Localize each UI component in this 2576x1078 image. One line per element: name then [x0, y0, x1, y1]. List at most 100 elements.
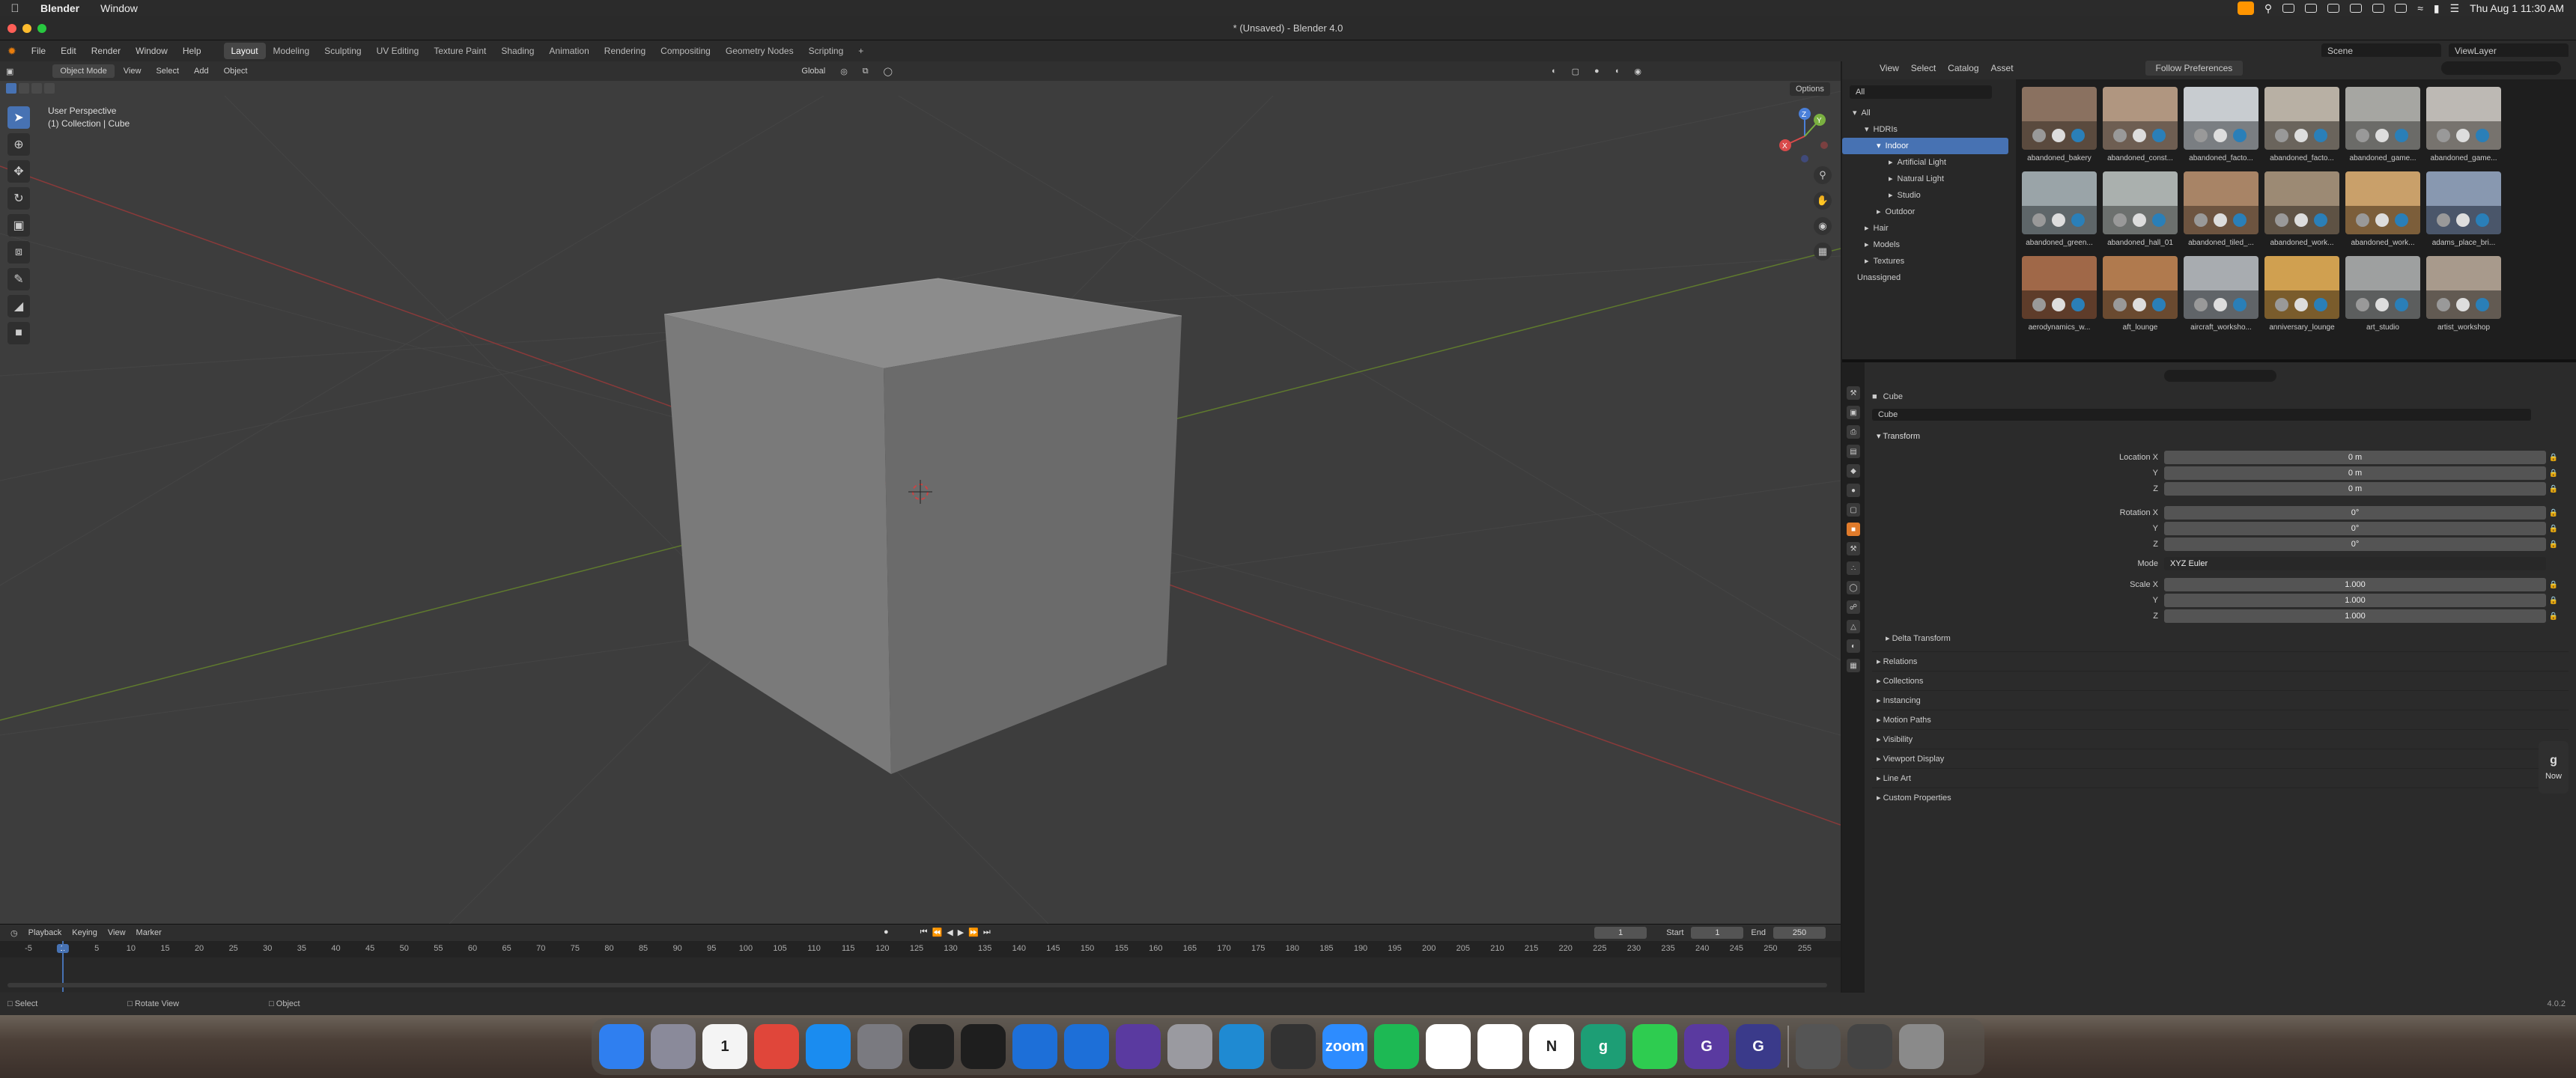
- dock-vscode-icon[interactable]: [1219, 1024, 1264, 1069]
- viewport-view-menu[interactable]: View: [118, 64, 148, 78]
- zoom-window-button[interactable]: [37, 24, 46, 33]
- tab-geometry-nodes[interactable]: Geometry Nodes: [718, 43, 801, 59]
- catalog-item[interactable]: ▸ Studio: [1842, 187, 2016, 204]
- catalog-item[interactable]: ▸ Artificial Light: [1842, 154, 2016, 171]
- expand-arrow-icon[interactable]: ▾: [1853, 109, 1857, 118]
- edit-menu[interactable]: Edit: [53, 46, 84, 56]
- editor-type-icon[interactable]: ▣: [0, 64, 19, 79]
- expand-arrow-icon[interactable]: ▸: [1889, 158, 1893, 167]
- expand-arrow-icon[interactable]: ▸: [1877, 207, 1881, 216]
- keyframe-dot-icon[interactable]: ●: [884, 928, 889, 937]
- tab-texture-paint[interactable]: Texture Paint: [426, 43, 493, 59]
- modifier-tab-icon[interactable]: ⚒: [1847, 542, 1860, 555]
- frame-ruler[interactable]: -515101520253035404550556065707580859095…: [0, 941, 1841, 957]
- tool-tab-icon[interactable]: ⚒: [1847, 386, 1860, 400]
- dock-downloads-stack-icon[interactable]: [1796, 1024, 1841, 1069]
- timeline-body[interactable]: [0, 941, 1841, 992]
- dock-notion-icon[interactable]: N: [1529, 1024, 1574, 1069]
- lock-icon[interactable]: 🔒: [2546, 485, 2561, 493]
- asset-card[interactable]: aft_lounge: [2103, 256, 2178, 332]
- tab-rendering[interactable]: Rendering: [597, 43, 653, 59]
- end-frame-field[interactable]: 250: [1773, 927, 1826, 939]
- blender-logo-icon[interactable]: ✹: [0, 45, 24, 58]
- lock-icon[interactable]: 🔒: [2546, 540, 2561, 549]
- tab-modeling[interactable]: Modeling: [266, 43, 318, 59]
- close-window-button[interactable]: [7, 24, 16, 33]
- window-menu[interactable]: Window: [90, 2, 148, 14]
- help-menu[interactable]: Help: [175, 46, 209, 56]
- orientation-select[interactable]: Global: [795, 64, 831, 78]
- tab-compositing[interactable]: Compositing: [653, 43, 718, 59]
- property-section-header[interactable]: ▸ Custom Properties: [1872, 788, 2569, 807]
- property-section-header[interactable]: ▸ Visibility: [1872, 729, 2569, 749]
- perspective-toggle-icon[interactable]: ▦: [1814, 243, 1832, 261]
- expand-arrow-icon[interactable]: ▾: [1877, 141, 1881, 150]
- dock-docs-icon[interactable]: [1012, 1024, 1057, 1069]
- rendered-shading-icon[interactable]: ◉: [1628, 64, 1647, 79]
- catalog-item[interactable]: ▾ All: [1842, 105, 2016, 121]
- cursor-tool-icon[interactable]: ⊕: [7, 133, 30, 156]
- render-tab-icon[interactable]: ▣: [1847, 406, 1860, 419]
- dock-trash-icon[interactable]: [1899, 1024, 1944, 1069]
- tab-animation[interactable]: Animation: [541, 43, 596, 59]
- asset-card[interactable]: abandoned_facto...: [2264, 87, 2339, 162]
- search-status-icon[interactable]: ⚲: [2264, 2, 2272, 15]
- asset-card[interactable]: abandoned_game...: [2426, 87, 2501, 162]
- scale-x-field[interactable]: 1.000: [2164, 578, 2546, 591]
- file-menu[interactable]: File: [24, 46, 53, 56]
- zoom-icon[interactable]: ⚲: [1814, 166, 1832, 184]
- dock-slack-icon[interactable]: [1477, 1024, 1522, 1069]
- asset-card[interactable]: abandoned_facto...: [2184, 87, 2258, 162]
- tab-layout[interactable]: Layout: [223, 43, 266, 59]
- object-name-field[interactable]: Cube: [1872, 409, 2531, 421]
- minimize-window-button[interactable]: [22, 24, 31, 33]
- asset-card[interactable]: abandoned_game...: [2345, 87, 2420, 162]
- viewport-add-menu[interactable]: Add: [188, 64, 215, 78]
- rotation-x-field[interactable]: 0°: [2164, 506, 2546, 520]
- app-menu[interactable]: Blender: [30, 2, 90, 14]
- asset-card[interactable]: adams_place_bri...: [2426, 171, 2501, 247]
- select-tool-icon[interactable]: ➤: [7, 106, 30, 129]
- dock-final-cut-icon[interactable]: [909, 1024, 954, 1069]
- editor-type-icon[interactable]: ◷: [10, 928, 18, 938]
- catalog-item[interactable]: Unassigned: [1842, 270, 2016, 286]
- material-tab-icon[interactable]: ◐: [1847, 639, 1860, 653]
- tab-shading[interactable]: Shading: [493, 43, 541, 59]
- tab-scripting[interactable]: Scripting: [801, 43, 851, 59]
- rotation-y-field[interactable]: 0°: [2164, 522, 2546, 535]
- dock-grammarly-alt-icon[interactable]: G: [1684, 1024, 1729, 1069]
- expand-arrow-icon[interactable]: ▸: [1865, 257, 1869, 266]
- asset-card[interactable]: abandoned_work...: [2264, 171, 2339, 247]
- scene-tab-icon[interactable]: ◆: [1847, 464, 1860, 478]
- asset-catalog-menu[interactable]: Catalog: [1948, 63, 1978, 73]
- add-workspace-button[interactable]: +: [851, 43, 871, 59]
- playback-menu[interactable]: Playback: [28, 928, 62, 937]
- asset-card[interactable]: anniversary_lounge: [2264, 256, 2339, 332]
- timeline-scrollbar[interactable]: [7, 983, 1827, 987]
- dock-blender-icon[interactable]: [1271, 1024, 1316, 1069]
- select-intersect-icon[interactable]: [44, 83, 55, 94]
- expand-arrow-icon[interactable]: ▾: [1865, 125, 1869, 134]
- scale-z-field[interactable]: 1.000: [2164, 609, 2546, 623]
- view-layer-tab-icon[interactable]: ▤: [1847, 445, 1860, 458]
- property-section-header[interactable]: ▸ Collections: [1872, 671, 2569, 690]
- battery-icon[interactable]: ▮: [2434, 2, 2440, 15]
- catalog-item[interactable]: ▸ Natural Light: [1842, 171, 2016, 187]
- asset-library-select[interactable]: Follow Preferences: [2145, 61, 2244, 76]
- location-x-field[interactable]: 0 m: [2164, 451, 2546, 464]
- select-box-mode-icon[interactable]: [6, 83, 16, 94]
- output-tab-icon[interactable]: ⎙: [1847, 425, 1860, 439]
- dock-calendar-icon[interactable]: 1: [702, 1024, 747, 1069]
- asset-asset-menu[interactable]: Asset: [1991, 63, 2014, 73]
- properties-search-input[interactable]: [2164, 370, 2276, 382]
- proportional-edit-icon[interactable]: ◯: [878, 64, 899, 79]
- current-frame-field[interactable]: 1: [1594, 927, 1647, 939]
- delta-transform-header[interactable]: ▸ Delta Transform: [1872, 630, 2569, 647]
- expand-arrow-icon[interactable]: ▸: [1889, 174, 1893, 183]
- dock-chrome-icon[interactable]: [754, 1024, 799, 1069]
- asset-card[interactable]: abandoned_bakery: [2022, 87, 2097, 162]
- object-tab-icon[interactable]: ■: [1847, 523, 1860, 536]
- dock-app-store-icon[interactable]: [806, 1024, 851, 1069]
- timeline-view-menu[interactable]: View: [108, 928, 126, 937]
- asset-card[interactable]: aircraft_worksho...: [2184, 256, 2258, 332]
